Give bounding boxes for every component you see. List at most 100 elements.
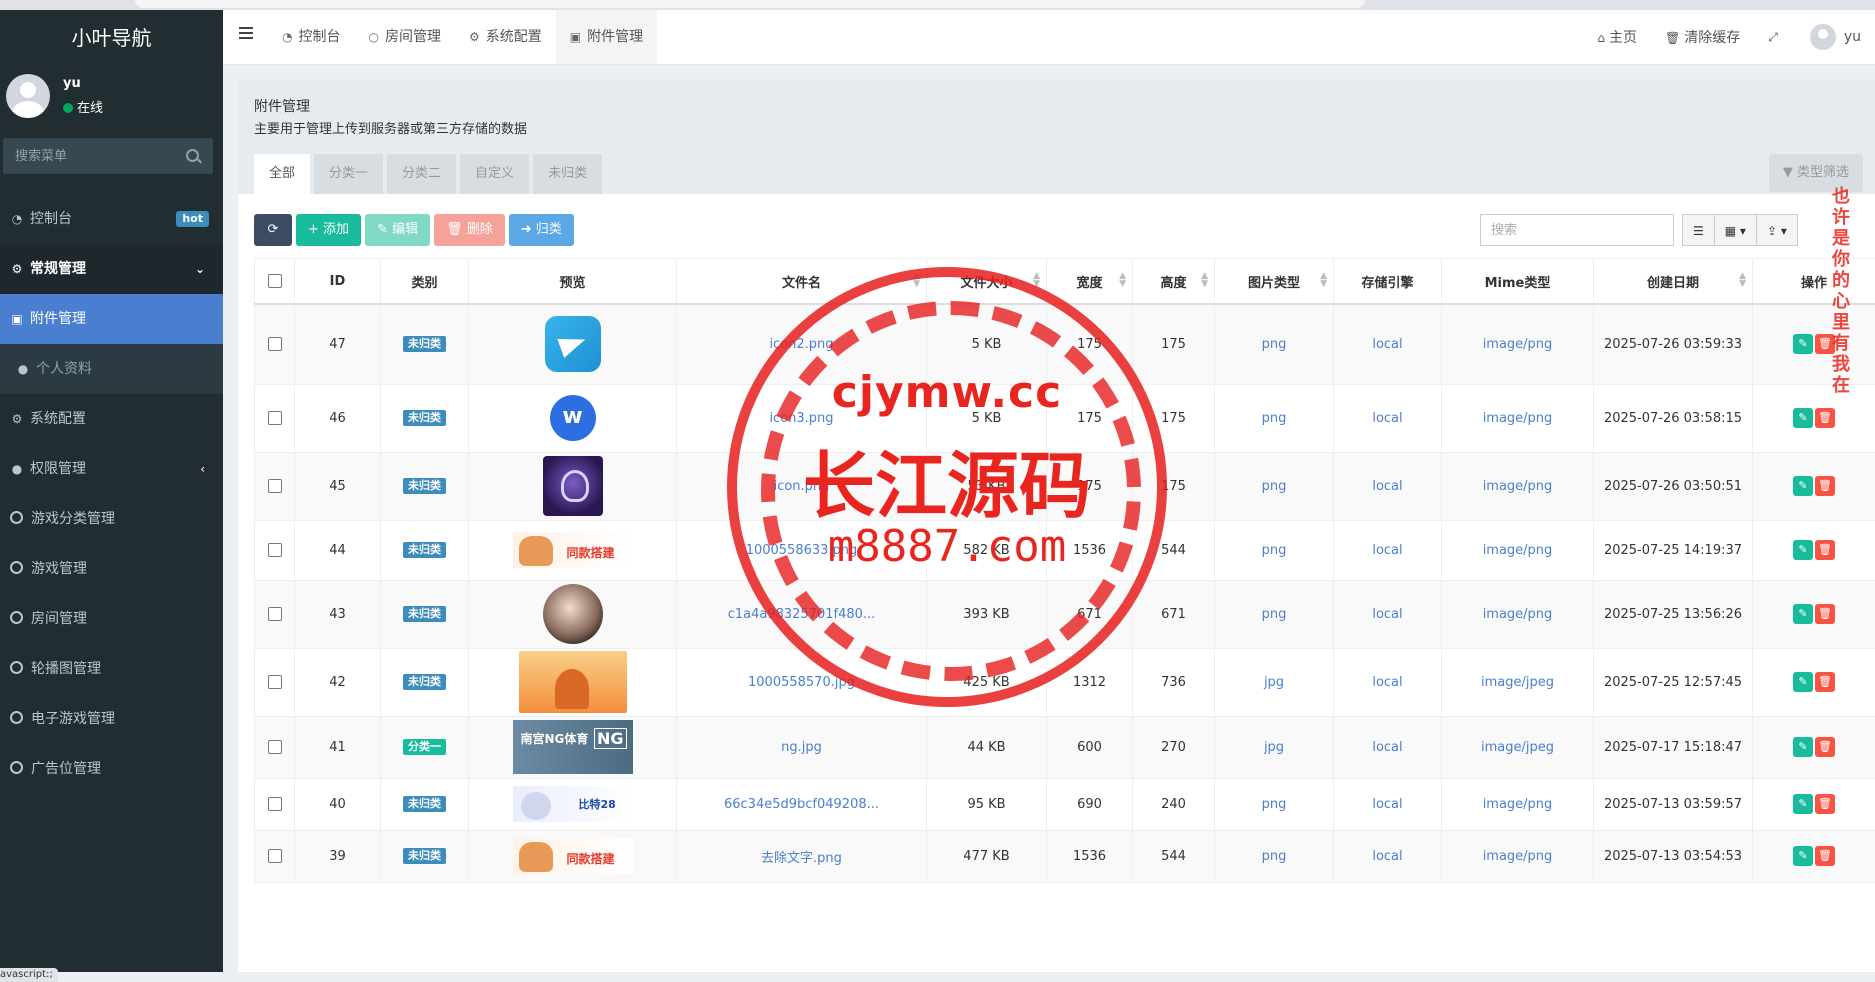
image-type-link[interactable]: png — [1262, 337, 1287, 352]
toggle-view-button[interactable]: ☰ — [1682, 214, 1715, 246]
col-width[interactable]: 宽度▲▼ — [1047, 259, 1133, 305]
col-id[interactable]: ID — [295, 259, 381, 305]
menu-toggle-icon[interactable] — [239, 32, 253, 34]
row-delete-button[interactable]: 🗑 — [1815, 794, 1835, 814]
row-checkbox[interactable] — [268, 607, 282, 621]
row-edit-button[interactable]: ✎ — [1793, 540, 1813, 560]
row-edit-button[interactable]: ✎ — [1793, 737, 1813, 757]
edit-button[interactable]: ✎ 编辑 — [365, 214, 430, 246]
col-filesize[interactable]: 文件大小▲▼ — [927, 259, 1047, 305]
clear-cache-button[interactable]: 🗑清除缓存 — [1651, 27, 1754, 47]
sidebar-item-game[interactable]: 游戏管理 — [0, 544, 223, 594]
portrait-thumbnail[interactable] — [543, 584, 603, 644]
row-checkbox[interactable] — [268, 740, 282, 754]
table-row[interactable]: 45未归类icon.png53 KB175175pnglocalimage/pn… — [255, 452, 1875, 520]
ng-sports-thumbnail[interactable]: 南宫NG体育NG — [513, 720, 633, 774]
image-type-link[interactable]: png — [1262, 543, 1287, 558]
tab-uncategorized[interactable]: 未归类 — [533, 154, 602, 194]
user-menu[interactable]: yu — [1796, 24, 1875, 50]
tab-attachment[interactable]: ▣附件管理 — [556, 10, 657, 64]
category-badge[interactable]: 未归类 — [403, 796, 446, 812]
row-edit-button[interactable]: ✎ — [1793, 476, 1813, 496]
image-type-link[interactable]: png — [1262, 849, 1287, 864]
image-type-link[interactable]: png — [1262, 479, 1287, 494]
sidebar-item-egame[interactable]: 电子游戏管理 — [0, 694, 223, 744]
classify-button[interactable]: ➜ 归类 — [509, 214, 574, 246]
row-checkbox[interactable] — [268, 797, 282, 811]
row-edit-button[interactable]: ✎ — [1793, 672, 1813, 692]
row-delete-button[interactable]: 🗑 — [1815, 604, 1835, 624]
image-type-link[interactable]: jpg — [1264, 740, 1284, 755]
category-badge[interactable]: 未归类 — [403, 478, 446, 494]
col-created[interactable]: 创建日期▲▼ — [1594, 259, 1753, 305]
search-icon[interactable] — [186, 149, 199, 162]
tab-category-one[interactable]: 分类一 — [314, 154, 383, 194]
sidebar-item-permission[interactable]: ●权限管理‹ — [0, 444, 223, 494]
fullscreen-button[interactable]: ⤢ — [1754, 29, 1796, 45]
image-type-link[interactable]: png — [1262, 797, 1287, 812]
storage-link[interactable]: local — [1372, 479, 1402, 494]
sidebar-item-system-config[interactable]: ⚙系统配置 — [0, 394, 223, 444]
tab-category-two[interactable]: 分类二 — [387, 154, 456, 194]
sidebar-item-profile[interactable]: ●个人资料 — [0, 344, 223, 394]
category-badge[interactable]: 分类一 — [403, 739, 446, 755]
tab-system-config[interactable]: ⚙系统配置 — [455, 10, 556, 64]
filename-link[interactable]: 1000558570.jpg — [748, 675, 855, 690]
storage-link[interactable]: local — [1372, 797, 1402, 812]
storage-link[interactable]: local — [1372, 543, 1402, 558]
row-delete-button[interactable]: 🗑 — [1815, 737, 1835, 757]
mime-link[interactable]: image/png — [1483, 607, 1553, 622]
col-height[interactable]: 高度▲▼ — [1133, 259, 1215, 305]
banner-thumbnail[interactable]: 同款搭建 — [513, 838, 633, 874]
table-row[interactable]: 43未归类c1a4a98325701f480...393 KB671671png… — [255, 580, 1875, 648]
row-checkbox[interactable] — [268, 337, 282, 351]
banner-thumbnail[interactable]: 同款搭建 — [513, 532, 633, 568]
storage-link[interactable]: local — [1372, 740, 1402, 755]
mime-link[interactable]: image/png — [1483, 797, 1553, 812]
col-image-type[interactable]: 图片类型▲▼ — [1215, 259, 1334, 305]
mime-link[interactable]: image/png — [1483, 849, 1553, 864]
mime-link[interactable]: image/jpeg — [1481, 675, 1554, 690]
storage-link[interactable]: local — [1372, 849, 1402, 864]
mime-link[interactable]: image/png — [1483, 337, 1553, 352]
category-badge[interactable]: 未归类 — [403, 542, 446, 558]
row-checkbox[interactable] — [268, 543, 282, 557]
w-logo-thumbnail[interactable] — [550, 395, 596, 441]
game-icon-thumbnail[interactable] — [543, 456, 603, 516]
home-link[interactable]: ⌂主页 — [1583, 27, 1651, 47]
row-delete-button[interactable]: 🗑 — [1815, 672, 1835, 692]
category-badge[interactable]: 未归类 — [403, 336, 446, 352]
row-delete-button[interactable]: 🗑 — [1815, 476, 1835, 496]
storage-link[interactable]: local — [1372, 675, 1402, 690]
tab-room[interactable]: ○房间管理 — [354, 10, 454, 64]
sidebar-item-carousel[interactable]: 轮播图管理 — [0, 644, 223, 694]
table-row[interactable]: 46未归类icon3.png5 KB175175pnglocalimage/pn… — [255, 384, 1875, 452]
filename-link[interactable]: 去除文字.png — [761, 851, 842, 866]
row-delete-button[interactable]: 🗑 — [1815, 846, 1835, 866]
table-search-input[interactable] — [1480, 214, 1674, 246]
add-button[interactable]: + 添加 — [296, 214, 361, 246]
image-type-link[interactable]: png — [1262, 411, 1287, 426]
row-delete-button[interactable]: 🗑 — [1815, 408, 1835, 428]
delete-button[interactable]: 🗑 删除 — [434, 214, 505, 246]
table-row[interactable]: 42未归类1000558570.jpg425 KB1312736jpglocal… — [255, 648, 1875, 716]
image-type-link[interactable]: png — [1262, 607, 1287, 622]
col-filename[interactable]: 文件名▲▼ — [677, 259, 927, 305]
storage-link[interactable]: local — [1372, 337, 1402, 352]
app-logo[interactable]: 小叶导航 — [0, 10, 223, 66]
filename-link[interactable]: icon2.png — [769, 337, 833, 352]
browser-url-bar[interactable] — [135, 0, 1365, 8]
table-row[interactable]: 39未归类同款搭建去除文字.png477 KB1536544pnglocalim… — [255, 830, 1875, 882]
sidebar-item-room[interactable]: 房间管理 — [0, 594, 223, 644]
row-delete-button[interactable]: 🗑 — [1815, 540, 1835, 560]
sidebar-item-ad[interactable]: 广告位管理 — [0, 744, 223, 794]
category-badge[interactable]: 未归类 — [403, 606, 446, 622]
filename-link[interactable]: 66c34e5d9bcf049208... — [724, 797, 879, 812]
refresh-button[interactable]: ⟳ — [254, 214, 292, 246]
mime-link[interactable]: image/png — [1483, 411, 1553, 426]
mime-link[interactable]: image/png — [1483, 543, 1553, 558]
row-edit-button[interactable]: ✎ — [1793, 604, 1813, 624]
table-row[interactable]: 41分类一南宫NG体育NGng.jpg44 KB600270jpglocalim… — [255, 716, 1875, 778]
columns-button[interactable]: ▦ ▾ — [1714, 214, 1757, 246]
export-button[interactable]: ⇪ ▾ — [1756, 214, 1798, 246]
